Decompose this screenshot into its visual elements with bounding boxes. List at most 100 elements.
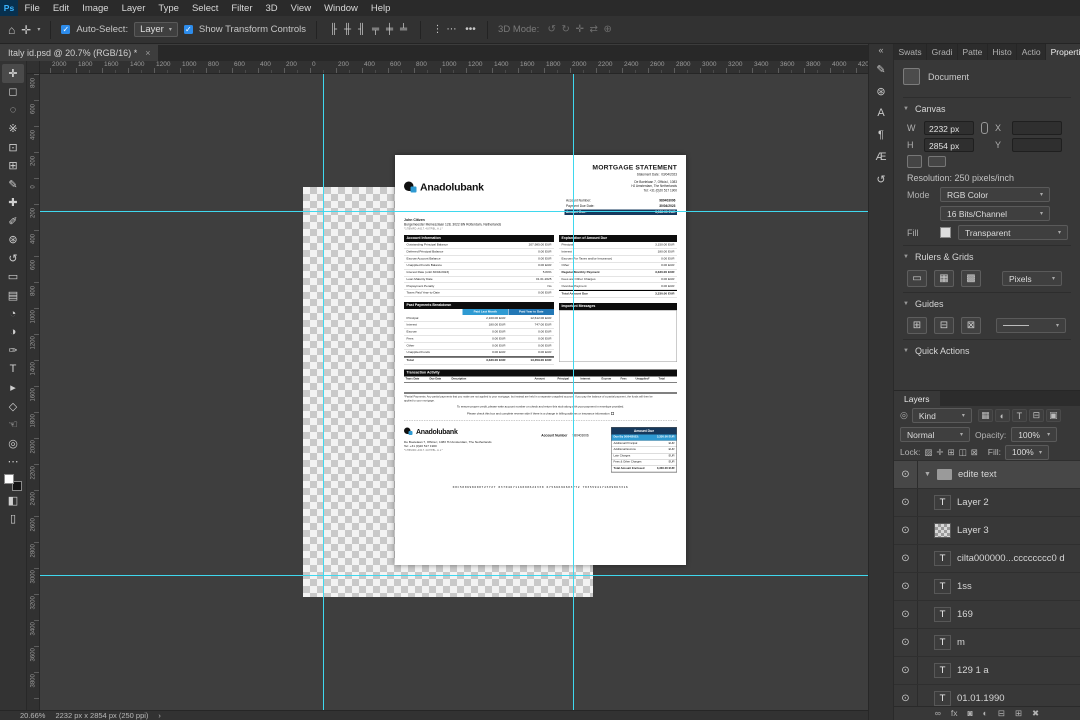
foreground-color-swatch[interactable] [4,474,14,484]
guide-horizontal[interactable] [40,211,868,212]
lock-position-icon[interactable]: ⊞ [947,447,954,458]
new-layer-icon[interactable]: ⊞ [1015,709,1022,718]
ruler-horizontal[interactable]: 2000 1800 1600 1400 1200 1000 800 600 400 200 0 200… [40,61,868,74]
3d-slide-icon[interactable]: ⇄ [587,24,600,35]
dodge-tool[interactable]: ◑ [2,323,24,342]
guide-vertical[interactable] [573,74,574,710]
gradient-tool[interactable]: ▤ [2,286,24,305]
quick-selection-tool[interactable]: ※ [2,120,24,139]
filter-shape-layers-icon[interactable]: ⊟ [1028,409,1044,422]
lock-all-icon[interactable]: ⊠ [971,447,978,458]
blend-mode-dropdown[interactable]: Normal ▾ [900,427,970,442]
crop-tool[interactable]: ⊡ [2,138,24,157]
clear-guides-icon[interactable]: ⊠ [961,317,981,334]
text-layer-thumbnail[interactable]: T [934,607,951,622]
height-input[interactable]: 2854 px [924,138,974,152]
distribute-horizontal-icon[interactable]: ⋯ [445,24,458,35]
orientation-portrait-icon[interactable] [907,155,922,168]
text-layer-thumbnail[interactable]: T [934,579,951,594]
healing-brush-tool[interactable]: ✚ [2,194,24,213]
more-options-icon[interactable]: ••• [464,24,477,35]
shape-tool[interactable]: ◇ [2,397,24,416]
layer-row[interactable]: ⊙ T 169 [894,601,1080,629]
delete-layer-icon[interactable]: ✖ [1032,709,1039,718]
align-middle-icon[interactable]: ╪ [383,24,396,35]
panel-tab-properties[interactable]: Properties [1046,44,1080,60]
filter-adjustment-layers-icon[interactable]: ◐ [994,409,1010,422]
align-top-icon[interactable]: ╤ [369,24,382,35]
tool-preset-caret-icon[interactable]: ▾ [37,26,40,33]
opacity-dropdown[interactable]: 100% ▾ [1011,427,1058,442]
align-left-icon[interactable]: ╟ [327,24,340,35]
layer-row[interactable]: ⊙ T 01.01.1990 [894,685,1080,706]
pixel-layer-thumbnail[interactable] [934,523,951,538]
zoom-tool[interactable]: ◎ [2,434,24,453]
layer-visibility-icon[interactable]: ⊙ [894,489,918,516]
text-layer-thumbnail[interactable]: T [934,495,951,510]
eraser-tool[interactable]: ▭ [2,268,24,287]
lock-artboard-icon[interactable]: ◫ [959,447,967,458]
width-input[interactable]: 2232 px [924,121,974,135]
guides-section-header[interactable]: ▼ Guides [903,292,1071,313]
canvas-section-header[interactable]: ▼ Canvas [903,97,1071,118]
edit-toolbar[interactable]: ⋯ [2,453,24,472]
text-layer-thumbnail[interactable]: T [934,663,951,678]
link-layers-icon[interactable]: ∞ [935,709,941,718]
toggle-grid-icon[interactable]: ▦ [934,270,954,287]
menu-filter[interactable]: Filter [225,0,259,16]
layer-visibility-icon[interactable]: ⊙ [894,573,918,600]
x-input[interactable] [1012,121,1062,135]
show-transform-checkbox[interactable]: ✓ [183,25,193,34]
menu-select[interactable]: Select [185,0,224,16]
menu-type[interactable]: Type [152,0,186,16]
lasso-tool[interactable]: ◌ [2,101,24,120]
filter-smart-objects-icon[interactable]: ▣ [1045,409,1061,422]
distribute-vertical-icon[interactable]: ⋮ [431,24,444,35]
pen-tool[interactable]: ✑ [2,342,24,361]
history-brush-tool[interactable]: ↺ [2,249,24,268]
text-layer-thumbnail[interactable]: T [934,635,951,650]
panel-tab-histo[interactable]: Histo [988,44,1018,60]
canvas-area[interactable]: MORTGAGE STATEMENT Statement Date: 03/04… [40,74,868,710]
layer-visibility-icon[interactable]: ⊙ [894,685,918,706]
rulers-grids-section-header[interactable]: ▼ Rulers & Grids [903,245,1071,266]
bit-depth-dropdown[interactable]: 16 Bits/Channel ▾ [940,206,1050,221]
frame-tool[interactable]: ⊞ [2,157,24,176]
layer-row[interactable]: ⊙ Tcilta000000...cccccccc0 d [894,545,1080,573]
layer-filter-dropdown[interactable]: Kind ▾ [911,408,972,423]
home-icon[interactable]: ⌂ [8,24,15,36]
fill-swatch[interactable] [940,227,951,238]
color-swatches[interactable] [4,474,22,491]
3d-rotate-icon[interactable]: ↺ [545,24,558,35]
hand-tool[interactable]: ☜ [2,416,24,435]
menu-layer[interactable]: Layer [115,0,152,16]
document-tab[interactable]: Italy id.psd @ 20.7% (RGB/16) * × [0,45,159,61]
quick-actions-section-header[interactable]: ▼ Quick Actions [903,339,1071,360]
fill-dropdown[interactable]: Transparent ▾ [958,225,1068,240]
panel-tab-swats[interactable]: Swats [894,44,928,60]
layer-visibility-icon[interactable]: ⊙ [894,657,918,684]
layer-visibility-icon[interactable]: ⊙ [894,517,918,544]
panel-tab-actio[interactable]: Actio [1017,44,1047,60]
adjustment-layer-icon[interactable]: ◐ [983,709,988,718]
type-tool[interactable]: T [2,360,24,379]
link-dimensions-icon[interactable] [981,122,988,134]
rectangular-marquee-tool[interactable]: ◻ [2,83,24,102]
screen-mode-button[interactable]: ▯ [2,510,24,529]
layer-mask-icon[interactable]: ◙ [968,709,973,718]
color-mode-dropdown[interactable]: RGB Color ▾ [940,187,1050,202]
y-input[interactable] [1012,138,1062,152]
layer-visibility-icon[interactable]: ⊙ [894,629,918,656]
toggle-rulers-icon[interactable]: ▭ [907,270,927,287]
glyphs-panel-icon[interactable]: Æ [870,146,892,168]
character-panel-icon[interactable]: A [870,102,892,124]
layer-row[interactable]: ⊙ T 129 1 a [894,657,1080,685]
panel-tab-gradi[interactable]: Gradi [927,44,958,60]
3d-drag-icon[interactable]: ✛ [573,24,586,35]
new-group-icon[interactable]: ⊟ [998,709,1005,718]
filter-type-layers-icon[interactable]: T [1011,409,1027,422]
clone-source-panel-icon[interactable]: ⊛ [870,80,892,102]
align-right-icon[interactable]: ╢ [355,24,368,35]
layer-visibility-icon[interactable]: ⊙ [894,545,918,572]
brush-tool[interactable]: ✐ [2,212,24,231]
